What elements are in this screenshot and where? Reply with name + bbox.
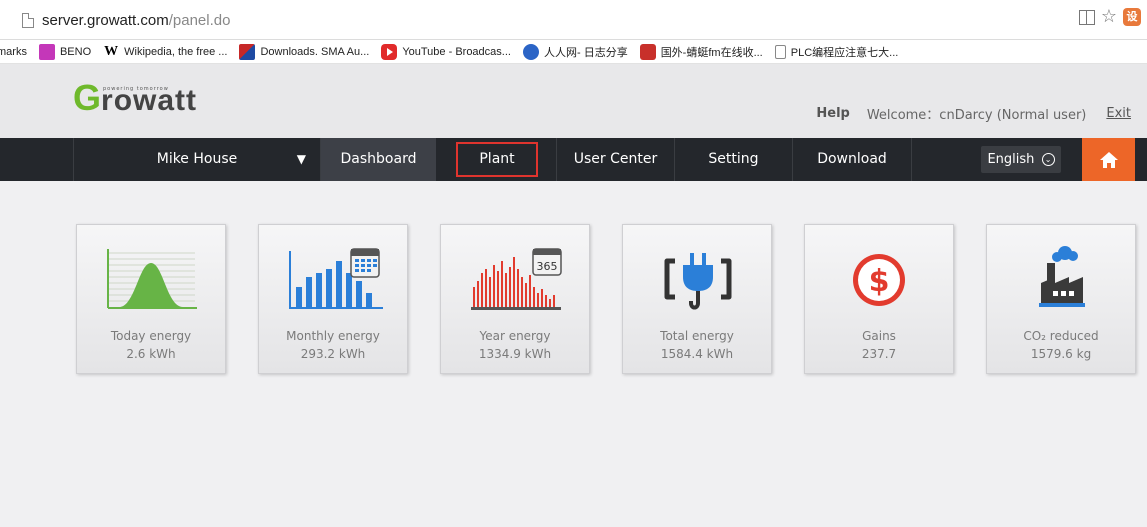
card-value: 237.7 bbox=[861, 347, 897, 361]
card-today-energy[interactable]: Today energy 2.6 kWh bbox=[76, 224, 226, 374]
url-path: /panel.do bbox=[168, 11, 231, 29]
welcome-text: Welcome：cnDarcy (Normal user) bbox=[866, 108, 1087, 123]
logo-letter-g: G bbox=[73, 77, 102, 118]
bookmark-youtube[interactable]: YouTube - Broadcas... bbox=[381, 43, 511, 60]
card-total-energy[interactable]: Total energy 1584.4 kWh bbox=[622, 224, 772, 374]
card-value: 1334.9 kWh bbox=[478, 347, 552, 361]
plant-selector[interactable]: Mike House ▼ bbox=[73, 138, 320, 181]
card-value: 2.6 kWh bbox=[126, 347, 176, 361]
card-gains[interactable]: $ Gains 237.7 bbox=[804, 224, 954, 374]
card-label: Monthly energy bbox=[286, 329, 380, 343]
dropdown-arrow-icon: ▼ bbox=[296, 152, 306, 166]
plant-selector-label: Mike House bbox=[156, 151, 238, 167]
logo-tagline: powering tomorrow bbox=[103, 86, 169, 92]
help-link[interactable]: Help bbox=[816, 106, 849, 121]
sma-icon bbox=[239, 43, 256, 60]
bookmark-wikipedia[interactable]: W Wikipedia, the free ... bbox=[103, 43, 227, 60]
browser-url-bar[interactable]: server.growatt.com /panel.do ☆ 设 bbox=[0, 0, 1147, 40]
main-nav: Mike House ▼ Dashboard Plant User Center… bbox=[0, 138, 1147, 181]
qingting-icon bbox=[639, 43, 656, 60]
url-host: server.growatt.com bbox=[42, 11, 169, 29]
card-value: 1579.6 kg bbox=[1030, 347, 1092, 361]
dollar-icon: $ bbox=[853, 254, 905, 306]
nav-setting[interactable]: Setting bbox=[674, 138, 792, 181]
factory-icon bbox=[1039, 246, 1085, 307]
svg-text:$: $ bbox=[869, 264, 890, 299]
language-label: English bbox=[987, 152, 1035, 167]
nav-dashboard[interactable]: Dashboard bbox=[320, 138, 436, 181]
card-co2-reduced[interactable]: CO₂ reduced 1579.6 kg bbox=[986, 224, 1136, 374]
nav-divider bbox=[911, 138, 912, 181]
bookmark-sma[interactable]: Downloads. SMA Au... bbox=[239, 43, 369, 60]
card-label: Gains bbox=[862, 329, 896, 343]
bookmark-marks[interactable]: marks bbox=[0, 46, 27, 58]
nav-plant[interactable]: Plant bbox=[456, 142, 538, 177]
calendar-365-text: 365 bbox=[537, 260, 558, 273]
home-icon bbox=[1099, 151, 1118, 168]
reader-mode-icon[interactable] bbox=[1078, 9, 1095, 25]
monthly-bar-calendar-icon bbox=[289, 248, 383, 309]
card-label: Year energy bbox=[479, 329, 551, 343]
document-icon bbox=[774, 44, 786, 59]
youtube-icon bbox=[381, 43, 398, 60]
card-year-energy[interactable]: 365 Year energy 1334.9 kWh bbox=[440, 224, 590, 374]
year-bar-calendar-icon: 365 bbox=[471, 248, 562, 310]
plug-icon bbox=[664, 253, 732, 310]
bell-curve-chart-icon bbox=[107, 249, 197, 309]
bookmark-beno[interactable]: BENO bbox=[38, 43, 91, 60]
extension-icon[interactable]: 设 bbox=[1123, 8, 1141, 26]
nav-user-center[interactable]: User Center bbox=[556, 138, 674, 181]
card-value: 1584.4 kWh bbox=[660, 347, 734, 361]
bookmark-renren[interactable]: 人人网- 日志分享 bbox=[522, 43, 628, 60]
beno-icon bbox=[38, 43, 55, 60]
card-label: Total energy bbox=[660, 329, 734, 343]
exit-link[interactable]: Exit bbox=[1106, 106, 1131, 121]
bookmarks-bar: marks BENO WWikipedia, the free ... Down… bbox=[0, 40, 1147, 64]
language-selector[interactable]: English ⌄ bbox=[981, 146, 1061, 173]
bookmark-qingting[interactable]: 国外-蜻蜓fm在线收... bbox=[639, 43, 763, 60]
card-label: Today energy bbox=[110, 329, 192, 343]
card-monthly-energy[interactable]: Monthly energy 293.2 kWh bbox=[258, 224, 408, 374]
nav-download[interactable]: Download bbox=[792, 138, 911, 181]
language-chevron-icon: ⌄ bbox=[1041, 153, 1055, 166]
bookmark-star-icon[interactable]: ☆ bbox=[1101, 8, 1117, 26]
growatt-logo[interactable]: powering tomorrow G rowatt bbox=[73, 80, 197, 116]
page-icon bbox=[22, 12, 34, 28]
card-label: CO₂ reduced bbox=[1023, 329, 1099, 343]
site-header: powering tomorrow G rowatt Help Welcome：… bbox=[0, 64, 1147, 138]
renren-icon bbox=[522, 43, 539, 60]
wikipedia-icon: W bbox=[103, 43, 120, 60]
card-value: 293.2 kWh bbox=[300, 347, 366, 361]
bookmark-plc[interactable]: PLC编程应注意七大... bbox=[774, 44, 898, 60]
home-button[interactable] bbox=[1082, 138, 1135, 181]
